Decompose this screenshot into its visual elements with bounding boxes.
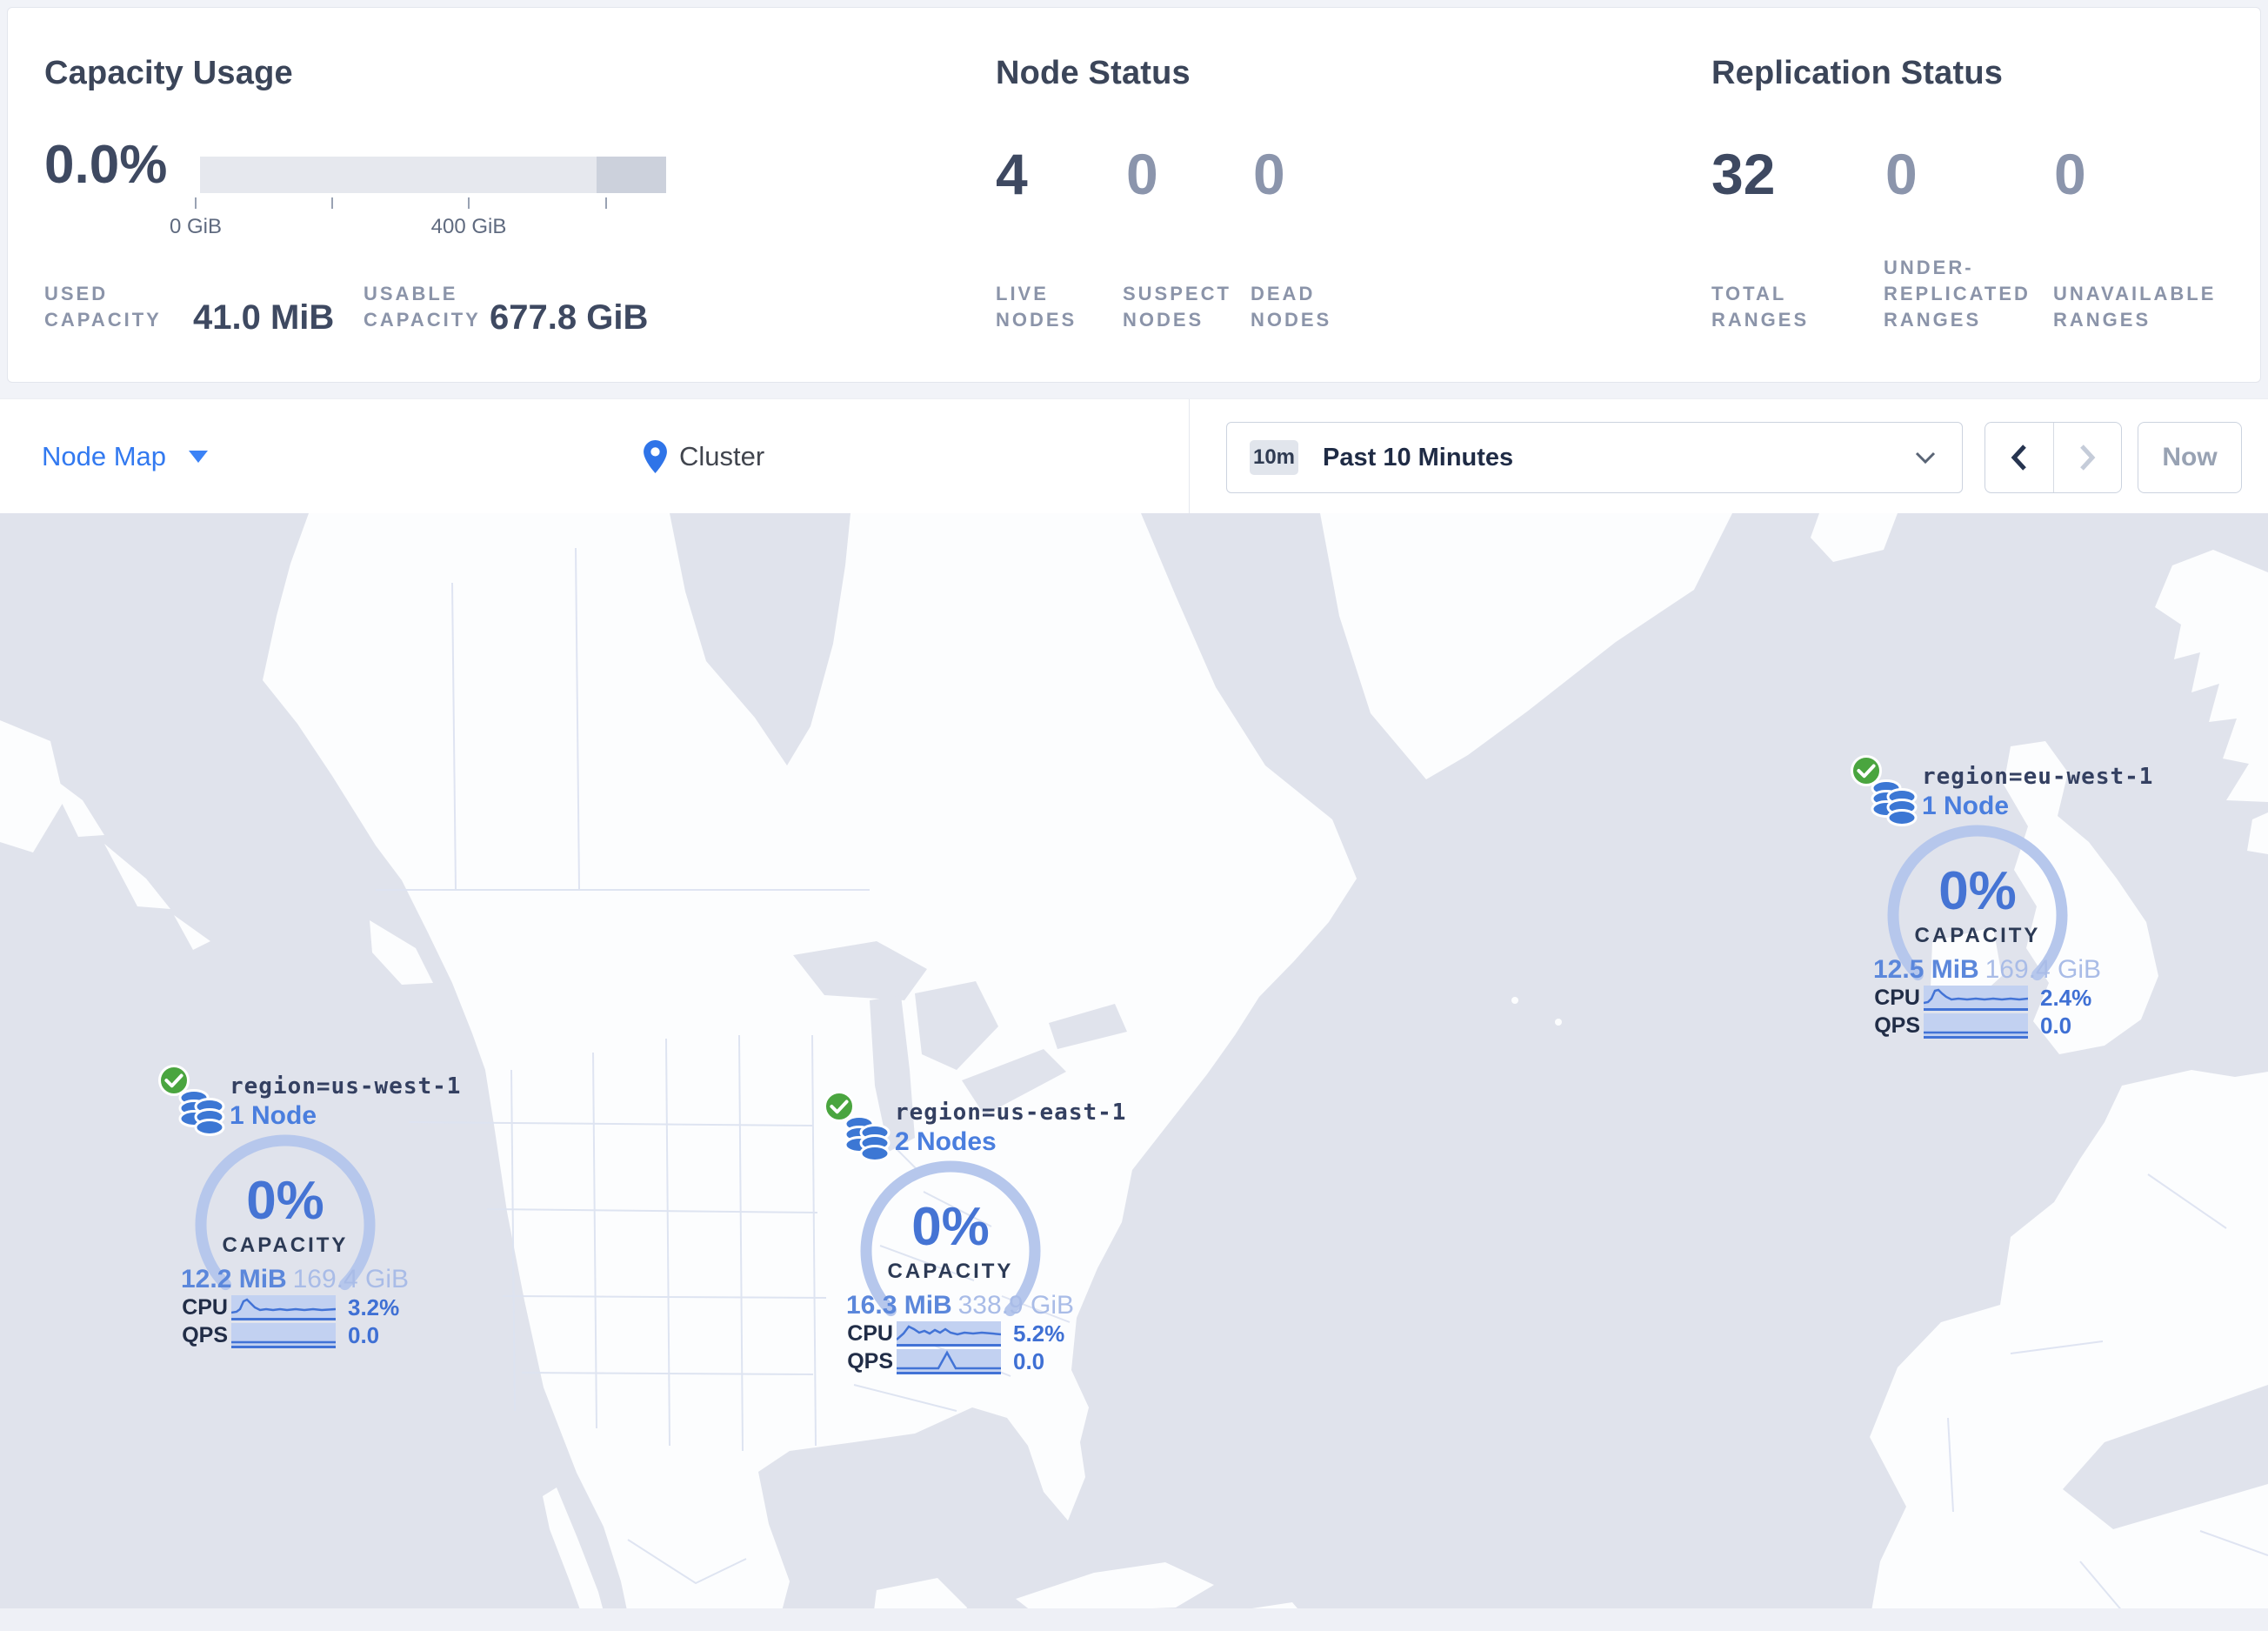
europe-africa-landmass xyxy=(1868,1070,2268,1631)
axis-tick-label: 0 GiB xyxy=(169,215,223,238)
qps-value: 0.0 xyxy=(2040,1012,2072,1039)
usable-capacity-value: 169.4 GiB xyxy=(1984,955,2101,984)
north-america-landmass xyxy=(0,513,1357,1631)
map-pin-icon xyxy=(644,440,667,473)
region-label: region=eu-west-1 xyxy=(1922,764,2154,790)
cpu-value: 3.2% xyxy=(348,1293,400,1320)
map-toolbar: Node Map Cluster 10m Past 10 Minutes Now xyxy=(0,398,2268,515)
axis-tick xyxy=(331,197,333,209)
chevron-left-icon xyxy=(2011,445,2026,471)
region-node-count-link[interactable]: 1 Node xyxy=(230,1101,317,1131)
capacity-percent: 0% xyxy=(911,1197,990,1257)
cpu-row: CPU 3.2% xyxy=(181,1293,400,1320)
dead-nodes-count: 0 xyxy=(1253,142,1285,206)
qps-sparkline xyxy=(1924,1013,2028,1039)
qps-sparkline xyxy=(231,1322,336,1348)
cpu-row: CPU 2.4% xyxy=(1873,984,2092,1011)
cpu-value: 5.2% xyxy=(1013,1320,1065,1347)
now-button[interactable]: Now xyxy=(2138,422,2242,493)
used-capacity-value: 16.3 MiB xyxy=(846,1291,952,1320)
usable-capacity-value: 677.8 GiB xyxy=(490,298,649,337)
capacity-values: 12.5 MiB 169.4 GiB xyxy=(1873,955,2101,985)
suspect-nodes-count: 0 xyxy=(1126,142,1158,206)
usable-capacity-value: 338.9 GiB xyxy=(957,1291,1074,1320)
cluster-summary-card: Capacity Usage 0.0% 0 GiB 400 GiB USED CA… xyxy=(7,7,2261,383)
node-map: region=us-west-1 1 Node 0% CAPACITY 12.2… xyxy=(0,513,2268,1631)
live-nodes-label: LIVE NODES xyxy=(996,283,1077,331)
cpu-sparkline xyxy=(1924,985,2028,1011)
region-label: region=us-east-1 xyxy=(895,1100,1127,1126)
cpu-label: CPU xyxy=(1874,985,1920,1010)
chevron-down-icon xyxy=(1915,451,1936,464)
under-replicated-ranges-label: UNDER- REPLICATED RANGES xyxy=(1884,257,2031,331)
capacity-usable-segment xyxy=(597,157,666,193)
view-selector-dropdown[interactable]: Node Map xyxy=(42,399,209,514)
usable-capacity-value: 169.4 GiB xyxy=(292,1265,409,1293)
capacity-caption: CAPACITY xyxy=(222,1233,349,1257)
qps-label: QPS xyxy=(1874,1013,1920,1038)
cpu-sparkline xyxy=(897,1320,1001,1347)
total-ranges-label: TOTAL RANGES xyxy=(1711,283,1810,331)
toolbar-divider xyxy=(1189,399,1190,514)
capacity-caption: CAPACITY xyxy=(887,1260,1014,1283)
unavailable-ranges-label: UNAVAILABLE RANGES xyxy=(2053,283,2217,331)
capacity-caption: CAPACITY xyxy=(1914,924,2041,947)
time-step-control xyxy=(1984,422,2122,493)
time-window-label: Past 10 Minutes xyxy=(1323,443,1514,471)
breadcrumb[interactable]: Cluster xyxy=(644,399,764,514)
qps-row: QPS 0.0 xyxy=(1873,1012,2072,1039)
breadcrumb-label: Cluster xyxy=(679,441,765,471)
node-status-title: Node Status xyxy=(996,55,1191,91)
total-ranges-count: 32 xyxy=(1711,142,1776,206)
live-nodes-count: 4 xyxy=(996,142,1028,206)
qps-row: QPS 0.0 xyxy=(846,1347,1045,1374)
axis-tick xyxy=(605,197,607,209)
cpu-row: CPU 5.2% xyxy=(846,1320,1065,1347)
used-capacity-label: USED CAPACITY xyxy=(44,283,162,331)
cpu-label: CPU xyxy=(182,1294,228,1320)
time-window-badge: 10m xyxy=(1250,440,1298,475)
time-step-forward-button[interactable] xyxy=(2054,423,2122,492)
cpu-sparkline xyxy=(231,1294,336,1320)
view-selector-label: Node Map xyxy=(42,441,167,471)
replication-status-title: Replication Status xyxy=(1711,55,2004,91)
qps-row: QPS 0.0 xyxy=(181,1321,380,1348)
cluster-node-map-page: Capacity Usage 0.0% 0 GiB 400 GiB USED CA… xyxy=(0,0,2268,1631)
axis-tick-label: 400 GiB xyxy=(430,215,507,238)
capacity-percent: 0% xyxy=(1938,861,2017,921)
suspect-nodes-label: SUSPECT NODES xyxy=(1123,283,1231,331)
usable-capacity-label: USABLE CAPACITY xyxy=(364,283,481,331)
caret-down-icon xyxy=(189,451,209,463)
unavailable-ranges-count: 0 xyxy=(2054,142,2086,206)
qps-label: QPS xyxy=(182,1322,228,1347)
capacity-percent: 0% xyxy=(246,1171,324,1231)
used-capacity-value: 12.5 MiB xyxy=(1873,955,1979,984)
time-step-back-button[interactable] xyxy=(1985,423,2054,492)
used-capacity-value: 41.0 MiB xyxy=(193,298,335,337)
capacity-values: 16.3 MiB 338.9 GiB xyxy=(846,1291,1074,1320)
capacity-values: 12.2 MiB 169.4 GiB xyxy=(181,1265,409,1294)
qps-value: 0.0 xyxy=(1013,1347,1045,1374)
region-node-count-link[interactable]: 2 Nodes xyxy=(895,1127,997,1157)
chevron-right-icon xyxy=(2080,445,2096,471)
axis-tick xyxy=(195,197,197,209)
cpu-value: 2.4% xyxy=(2040,984,2092,1011)
time-window-dropdown[interactable]: 10m Past 10 Minutes xyxy=(1226,422,1963,493)
qps-label: QPS xyxy=(847,1348,893,1374)
cpu-label: CPU xyxy=(847,1320,893,1346)
used-capacity-value: 12.2 MiB xyxy=(181,1265,287,1293)
under-replicated-ranges-count: 0 xyxy=(1885,142,1918,206)
qps-sparkline xyxy=(897,1348,1001,1374)
capacity-usage-title: Capacity Usage xyxy=(44,55,293,91)
map-footer-strip xyxy=(0,1608,2268,1631)
axis-tick xyxy=(468,197,470,209)
region-label: region=us-west-1 xyxy=(230,1073,462,1100)
capacity-usage-percent: 0.0% xyxy=(44,135,168,195)
dead-nodes-label: DEAD NODES xyxy=(1251,283,1332,331)
world-map xyxy=(0,513,2268,1631)
region-node-count-link[interactable]: 1 Node xyxy=(1922,792,2009,821)
qps-value: 0.0 xyxy=(348,1321,380,1348)
capacity-usage-bar xyxy=(200,157,666,193)
